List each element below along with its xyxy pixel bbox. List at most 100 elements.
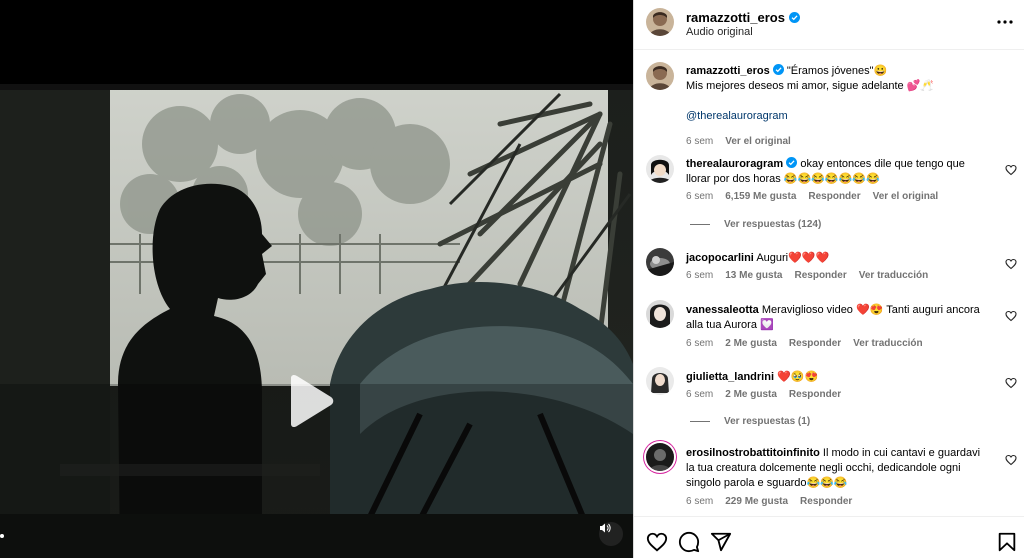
see-translation-button[interactable]: Ver traducción — [859, 270, 928, 281]
like-comment-button[interactable] — [1005, 257, 1017, 270]
comment-text: therealauroragram okay entonces dile que… — [686, 157, 986, 187]
view-replies-button[interactable]: Ver respuestas (1) — [690, 416, 810, 427]
comment-likes[interactable]: 13 Me gusta — [725, 270, 782, 281]
avatar-image — [646, 248, 674, 276]
reply-button[interactable]: Responder — [800, 496, 852, 507]
caption-text: ramazzotti_eros "Éramos jóvenes"😀 Mis me… — [686, 64, 986, 124]
caption-avatar[interactable] — [646, 62, 674, 90]
comment-time[interactable]: 6 sem — [686, 270, 713, 281]
see-original-button[interactable]: Ver el original — [873, 191, 939, 202]
like-comment-button[interactable] — [1005, 376, 1017, 389]
reply-button[interactable]: Responder — [794, 270, 846, 281]
comment-likes[interactable]: 229 Me gusta — [725, 496, 788, 507]
view-replies-button[interactable]: Ver respuestas (124) — [690, 219, 821, 230]
view-replies-label: Ver respuestas (1) — [724, 416, 811, 427]
author-username[interactable]: ramazzotti_eros — [686, 10, 800, 25]
video-player[interactable] — [0, 84, 633, 558]
caption-time[interactable]: 6 sem — [686, 136, 713, 147]
comment-username[interactable]: jacopocarlini — [686, 252, 754, 264]
comment-text: vanessaleotta Meraviglioso video ❤️😍 Tan… — [686, 303, 986, 333]
video-frame — [0, 84, 633, 558]
post-side-panel: ramazzotti_eros Audio original ramazzott… — [633, 0, 1024, 558]
avatar-image — [646, 155, 674, 183]
comment-likes[interactable]: 6,159 Me gusta — [725, 191, 796, 202]
post-actions-bar — [634, 516, 1024, 558]
comment-username[interactable]: therealauroragram — [686, 158, 783, 170]
verified-badge-icon — [772, 64, 784, 75]
reply-button[interactable]: Responder — [789, 338, 841, 349]
caption-mention[interactable]: @therealauroragram — [686, 110, 788, 122]
comment-avatar-story[interactable] — [646, 443, 674, 471]
replies-divider — [690, 421, 710, 422]
heart-icon — [1005, 258, 1017, 270]
avatar-image — [646, 367, 674, 395]
comment-avatar[interactable] — [646, 300, 674, 328]
share-icon — [710, 532, 732, 552]
save-button[interactable] — [996, 531, 1018, 553]
like-comment-button[interactable] — [1005, 453, 1017, 466]
author-username-text[interactable]: ramazzotti_eros — [686, 10, 785, 25]
comment-meta: 6 sem 2 Me gusta Responder — [686, 389, 841, 400]
avatar-image — [646, 300, 674, 328]
reply-button[interactable]: Responder — [789, 389, 841, 400]
like-comment-button[interactable] — [1005, 163, 1017, 176]
mute-button[interactable] — [599, 522, 623, 546]
author-avatar[interactable] — [646, 8, 674, 36]
reply-button[interactable]: Responder — [808, 191, 860, 202]
comment-button[interactable] — [678, 531, 700, 553]
see-translation-button[interactable]: Ver traducción — [853, 338, 922, 349]
avatar-image — [646, 62, 674, 90]
comment-meta: 6 sem 6,159 Me gusta Responder Ver el or… — [686, 191, 938, 202]
heart-icon — [1005, 310, 1017, 322]
comment-avatar[interactable] — [646, 155, 674, 183]
comment-text: erosilnostrobattitoinfinito Il modo in c… — [686, 446, 986, 491]
comment-username[interactable]: erosilnostrobattitoinfinito — [686, 447, 820, 459]
heart-icon — [1005, 164, 1017, 176]
play-icon — [291, 374, 334, 428]
comment-meta: 6 sem 2 Me gusta Responder Ver traducció… — [686, 338, 923, 349]
comment-time[interactable]: 6 sem — [686, 496, 713, 507]
comment-text: jacopocarlini Auguri❤️❤️❤️ — [686, 251, 986, 266]
view-replies-label: Ver respuestas (124) — [724, 219, 822, 230]
comment-text: giulietta_landrini ❤️🥹😍 — [686, 370, 986, 385]
comment-avatar[interactable] — [646, 248, 674, 276]
bookmark-icon — [998, 532, 1016, 552]
comment-username[interactable]: giulietta_landrini — [686, 371, 774, 383]
comment-icon — [678, 531, 700, 553]
avatar-image — [646, 443, 674, 471]
comment-username[interactable]: vanessaleotta — [686, 304, 759, 316]
replies-divider — [690, 224, 710, 225]
like-button[interactable] — [646, 531, 668, 553]
audio-link[interactable]: Audio original — [686, 26, 753, 38]
more-options-icon — [997, 20, 1013, 24]
caption-meta: 6 sem Ver el original — [686, 136, 791, 147]
sound-icon — [600, 523, 611, 533]
caption-line1: "Éramos jóvenes"😀 — [786, 65, 888, 77]
comment-time[interactable]: 6 sem — [686, 191, 713, 202]
heart-icon — [1005, 454, 1017, 466]
post-header: ramazzotti_eros Audio original — [634, 0, 1024, 50]
comment-content: ❤️🥹😍 — [777, 371, 819, 383]
more-options-button[interactable] — [995, 15, 1015, 29]
heart-icon — [1005, 377, 1017, 389]
comment-content: Auguri❤️❤️❤️ — [756, 252, 830, 264]
caption-line2: Mis mejores deseos mi amor, sigue adelan… — [686, 80, 935, 92]
comment-likes[interactable]: 2 Me gusta — [725, 338, 777, 349]
comment-time[interactable]: 6 sem — [686, 389, 713, 400]
post-media — [0, 0, 633, 558]
share-button[interactable] — [710, 531, 732, 553]
like-comment-button[interactable] — [1005, 309, 1017, 322]
comments-list[interactable]: ramazzotti_eros "Éramos jóvenes"😀 Mis me… — [634, 51, 1024, 516]
comment-likes[interactable]: 2 Me gusta — [725, 389, 777, 400]
comment-meta: 6 sem 13 Me gusta Responder Ver traducci… — [686, 270, 928, 281]
comment-time[interactable]: 6 sem — [686, 338, 713, 349]
see-original-button[interactable]: Ver el original — [725, 136, 791, 147]
verified-badge-icon — [786, 157, 798, 168]
caption-username[interactable]: ramazzotti_eros — [686, 65, 770, 77]
avatar-image — [646, 8, 674, 36]
verified-badge-icon — [788, 12, 800, 23]
play-button[interactable] — [285, 374, 335, 428]
heart-icon — [646, 532, 668, 552]
comment-avatar[interactable] — [646, 367, 674, 395]
carousel-indicator — [0, 534, 4, 538]
